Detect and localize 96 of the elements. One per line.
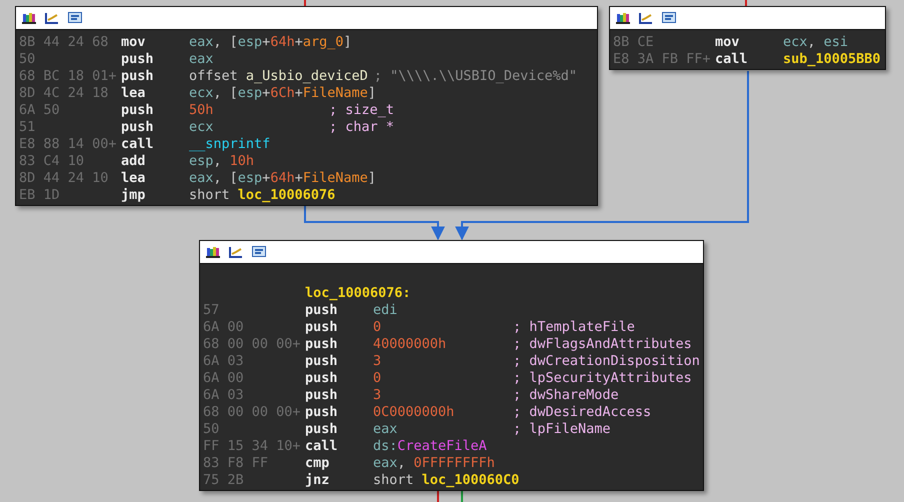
mnemonic: call [121, 136, 155, 153]
opcode-bytes: 68 00 00 00+ [203, 404, 302, 421]
mnemonic: call [305, 438, 339, 455]
comment: ; dwDesiredAccess [512, 404, 652, 421]
mnemonic: cmp [305, 455, 330, 472]
operand: 3 [373, 387, 382, 404]
operand: eax, [esp+64h+FileName] [189, 170, 376, 187]
operand: esp, 10h [189, 153, 256, 170]
palette-icon[interactable] [22, 12, 36, 24]
operand: eax, 0FFFFFFFFh [373, 455, 496, 472]
comment: ; char * [328, 119, 394, 136]
graph-icon[interactable] [45, 12, 59, 24]
operand: 0 [373, 319, 382, 336]
mnemonic: push [305, 387, 339, 404]
mnemonic: push [121, 119, 155, 136]
operand: 50h [189, 102, 214, 119]
opcode-bytes: 75 2B [203, 472, 245, 489]
flow-edge [745, 0, 747, 6]
code-block[interactable] [199, 240, 704, 491]
opcode-bytes: 8D 44 24 10 [19, 170, 110, 187]
mnemonic: call [715, 51, 749, 68]
operand: short loc_100060C0 [373, 472, 520, 489]
mnemonic: push [121, 51, 155, 68]
mnemonic: push [305, 302, 339, 319]
mnemonic: jnz [305, 472, 330, 489]
opcode-bytes: FF 15 34 10+ [203, 438, 302, 455]
operand: offset a_Usbio_deviceD [189, 68, 368, 85]
palette-icon[interactable] [206, 246, 220, 258]
operand: sub_10005BB0 [783, 51, 882, 68]
operand: 40000000h [373, 336, 448, 353]
opcode-bytes: 8B 44 24 68 [19, 34, 110, 51]
code-block[interactable]: 8B CE mov ecx, esi E8 3A FB FF+ call sub_10005BB0 [609, 6, 886, 70]
display-icon[interactable] [252, 246, 266, 258]
code-block[interactable] [15, 6, 598, 206]
operand: ecx [189, 119, 214, 136]
opcode-bytes: 6A 00 [203, 319, 245, 336]
comment: ; hTemplateFile [512, 319, 635, 336]
operand: 0C0000000h [373, 404, 456, 421]
operand: ds:CreateFileA [373, 438, 488, 455]
opcode-bytes: 6A 03 [203, 353, 245, 370]
code-label: loc_10006076: [305, 285, 411, 302]
mnemonic: push [305, 370, 339, 387]
operand: 0 [373, 370, 382, 387]
mnemonic: push [121, 68, 155, 85]
opcode-bytes: E8 88 14 00+ [19, 136, 118, 153]
palette-icon[interactable] [616, 12, 630, 24]
mnemonic: push [121, 102, 155, 119]
operand: eax [373, 421, 398, 438]
graph-icon[interactable] [639, 12, 653, 24]
mnemonic: add [121, 153, 146, 170]
opcode-bytes: 50 [19, 51, 36, 68]
opcode-bytes: 68 00 00 00+ [203, 336, 302, 353]
opcode-bytes: 83 C4 10 [19, 153, 86, 170]
operand: eax [189, 51, 214, 68]
opcode-bytes: EB 1D [19, 187, 61, 204]
opcode-bytes: 6A 00 [203, 370, 245, 387]
opcode-bytes: 68 BC 18 01+ [19, 68, 118, 85]
operand: __snprintf [189, 136, 272, 153]
opcode-bytes: 50 [203, 421, 220, 438]
mnemonic: push [305, 336, 339, 353]
comment: ; dwShareMode [512, 387, 619, 404]
comment: ; "\\\\.\\USBIO_Device%d" [372, 68, 578, 85]
comment: ; dwFlagsAndAttributes [512, 336, 692, 353]
mnemonic: push [305, 421, 339, 438]
mnemonic: mov [715, 34, 740, 51]
graph-icon[interactable] [229, 246, 243, 258]
comment: ; lpSecurityAttributes [512, 370, 692, 387]
mnemonic: push [305, 353, 339, 370]
opcode-bytes: 51 [19, 119, 36, 136]
comment: ; size_t [328, 102, 394, 119]
mnemonic: jmp [121, 187, 146, 204]
operand: ecx, esi [783, 34, 850, 51]
mnemonic: push [305, 319, 339, 336]
display-icon[interactable] [662, 12, 676, 24]
mnemonic: lea [121, 170, 146, 187]
operand: ecx, [esp+6Ch+FileName] [189, 85, 376, 102]
operand: 3 [373, 353, 382, 370]
mnemonic: push [305, 404, 339, 421]
opcode-bytes: E8 3A FB FF+ [613, 51, 712, 68]
flow-edge [304, 0, 306, 6]
mnemonic: mov [121, 34, 146, 51]
comment: ; lpFileName [512, 421, 611, 438]
operand: short loc_10006076 [189, 187, 336, 204]
opcode-bytes: 6A 03 [203, 387, 245, 404]
operand: eax, [esp+64h+arg_0] [189, 34, 352, 51]
flow-edge [437, 490, 439, 502]
display-icon[interactable] [68, 12, 82, 24]
opcode-bytes: 83 F8 FF [203, 455, 270, 472]
operand: edi [373, 302, 398, 319]
opcode-bytes: 8B CE [613, 34, 655, 51]
opcode-bytes: 8D 4C 24 18 [19, 85, 110, 102]
comment: ; dwCreationDisposition [512, 353, 700, 370]
mnemonic: lea [121, 85, 146, 102]
flow-edge [461, 490, 463, 502]
opcode-bytes: 6A 50 [19, 102, 61, 119]
opcode-bytes: 57 [203, 302, 220, 319]
